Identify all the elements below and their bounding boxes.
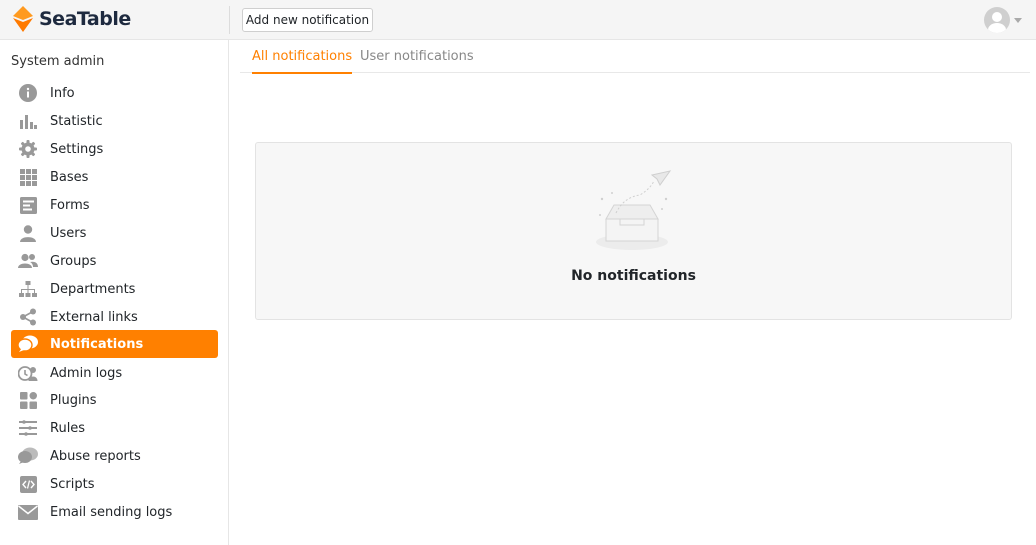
sidebar-item-label: Rules: [50, 420, 86, 436]
add-new-notification-button[interactable]: Add new notification: [242, 8, 373, 32]
sidebar-item-bases[interactable]: Bases: [11, 163, 218, 191]
grid-icon: [18, 167, 38, 187]
info-icon: [18, 83, 38, 103]
group-icon: [18, 251, 38, 271]
notification-tabs: All notifications User notifications: [240, 40, 1030, 74]
bar-chart-icon: [18, 111, 38, 131]
sidebar-item-external-links[interactable]: External links: [11, 303, 218, 331]
sidebar-item-departments[interactable]: Departments: [11, 275, 218, 303]
empty-inbox-illustration: [596, 170, 672, 250]
avatar[interactable]: [984, 7, 1010, 33]
header-divider: [229, 6, 230, 34]
empty-state-panel: No notifications: [255, 142, 1012, 320]
gear-icon: [18, 139, 38, 159]
sidebar-item-label: Users: [50, 225, 87, 241]
sidebar-item-label: Departments: [50, 281, 136, 297]
sidebar-item-admin-logs[interactable]: Admin logs: [11, 359, 218, 387]
sidebar-item-rules[interactable]: Rules: [11, 414, 218, 442]
tab-all-notifications[interactable]: All notifications: [252, 40, 353, 74]
code-icon: [18, 474, 38, 494]
sidebar: System admin Info Statistic Settings Bas…: [0, 40, 229, 545]
rules-icon: [18, 418, 38, 438]
chevron-down-icon[interactable]: [1014, 17, 1022, 23]
admin-log-icon: [18, 363, 38, 383]
sidebar-item-label: Notifications: [50, 336, 144, 352]
sidebar-item-plugins[interactable]: Plugins: [11, 386, 218, 414]
sidebar-item-email-sending-logs[interactable]: Email sending logs: [11, 498, 218, 526]
empty-state-message: No notifications: [571, 268, 696, 284]
sidebar-title: System admin: [11, 54, 105, 69]
sidebar-item-scripts[interactable]: Scripts: [11, 470, 218, 498]
logo-text: SeaTable: [39, 8, 131, 30]
sidebar-item-label: Info: [50, 85, 75, 101]
sidebar-item-notifications[interactable]: Notifications: [11, 330, 218, 358]
share-icon: [18, 307, 38, 327]
sidebar-item-groups[interactable]: Groups: [11, 247, 218, 275]
org-chart-icon: [18, 279, 38, 299]
sidebar-item-users[interactable]: Users: [11, 219, 218, 247]
sidebar-item-label: External links: [50, 309, 138, 325]
sidebar-item-label: Email sending logs: [50, 504, 173, 520]
envelope-icon: [18, 502, 38, 522]
report-bubble-icon: [18, 446, 38, 466]
sidebar-item-abuse-reports[interactable]: Abuse reports: [11, 442, 218, 470]
form-icon: [18, 195, 38, 215]
seatable-logo[interactable]: SeaTable: [12, 6, 131, 32]
sidebar-item-forms[interactable]: Forms: [11, 191, 218, 219]
sidebar-item-label: Settings: [50, 141, 104, 157]
sidebar-item-label: Bases: [50, 169, 89, 185]
plugin-icon: [18, 390, 38, 410]
sidebar-item-label: Scripts: [50, 476, 95, 492]
seatable-logo-icon: [13, 6, 33, 32]
sidebar-item-label: Plugins: [50, 392, 97, 408]
notification-bubble-icon: [18, 334, 38, 354]
user-icon: [18, 223, 38, 243]
tab-user-notifications[interactable]: User notifications: [360, 40, 474, 73]
sidebar-item-info[interactable]: Info: [11, 79, 218, 107]
user-menu[interactable]: [984, 6, 1022, 34]
top-bar: SeaTable Add new notification: [0, 0, 1036, 40]
sidebar-item-label: Admin logs: [50, 365, 123, 381]
sidebar-item-label: Statistic: [50, 113, 103, 129]
sidebar-item-label: Groups: [50, 253, 97, 269]
sidebar-item-label: Abuse reports: [50, 448, 141, 464]
sidebar-item-statistic[interactable]: Statistic: [11, 107, 218, 135]
sidebar-item-label: Forms: [50, 197, 90, 213]
sidebar-item-settings[interactable]: Settings: [11, 135, 218, 163]
